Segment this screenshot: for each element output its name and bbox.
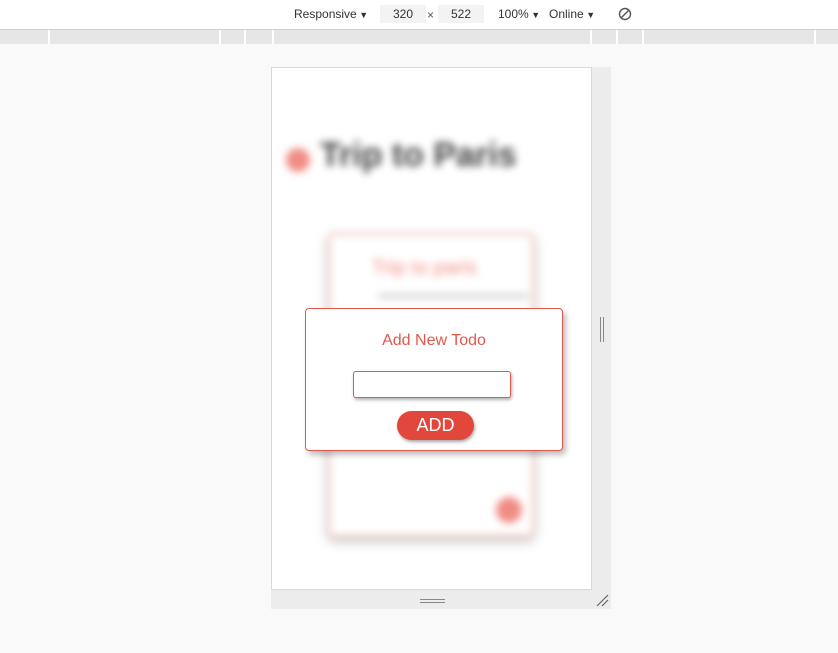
card-divider [378, 295, 528, 297]
throttle-select[interactable]: Online [549, 7, 595, 21]
media-query-marker[interactable] [814, 30, 816, 44]
todo-input[interactable] [353, 371, 511, 398]
device-select[interactable]: Responsive [294, 7, 368, 21]
media-query-marker[interactable] [219, 30, 221, 44]
device-toolbar: Responsive 320 × 522 100% Online [0, 0, 838, 30]
back-icon [286, 148, 310, 172]
media-query-marker[interactable] [48, 30, 50, 44]
page-title: Trip to Paris [320, 136, 517, 174]
add-fab-icon [496, 497, 522, 523]
resize-handle-right[interactable] [600, 317, 604, 342]
zoom-select[interactable]: 100% [498, 7, 540, 21]
add-todo-modal: Add New Todo ADD [305, 308, 563, 451]
dimension-separator: × [427, 8, 435, 22]
media-query-marker[interactable] [272, 30, 274, 44]
media-query-marker[interactable] [642, 30, 644, 44]
modal-title: Add New Todo [382, 332, 486, 349]
media-query-marker[interactable] [244, 30, 246, 44]
media-query-bar [0, 30, 838, 44]
add-button[interactable]: ADD [397, 411, 474, 440]
card-title: Trip to paris [372, 257, 477, 279]
viewport-height-input[interactable]: 522 [438, 5, 484, 23]
rotate-icon[interactable] [618, 7, 632, 21]
media-query-marker[interactable] [616, 30, 618, 44]
resize-handle-bottom[interactable] [420, 599, 445, 603]
media-query-marker[interactable] [590, 30, 592, 44]
resize-corner-icon[interactable] [595, 593, 609, 607]
viewport-width-input[interactable]: 320 [380, 5, 426, 23]
